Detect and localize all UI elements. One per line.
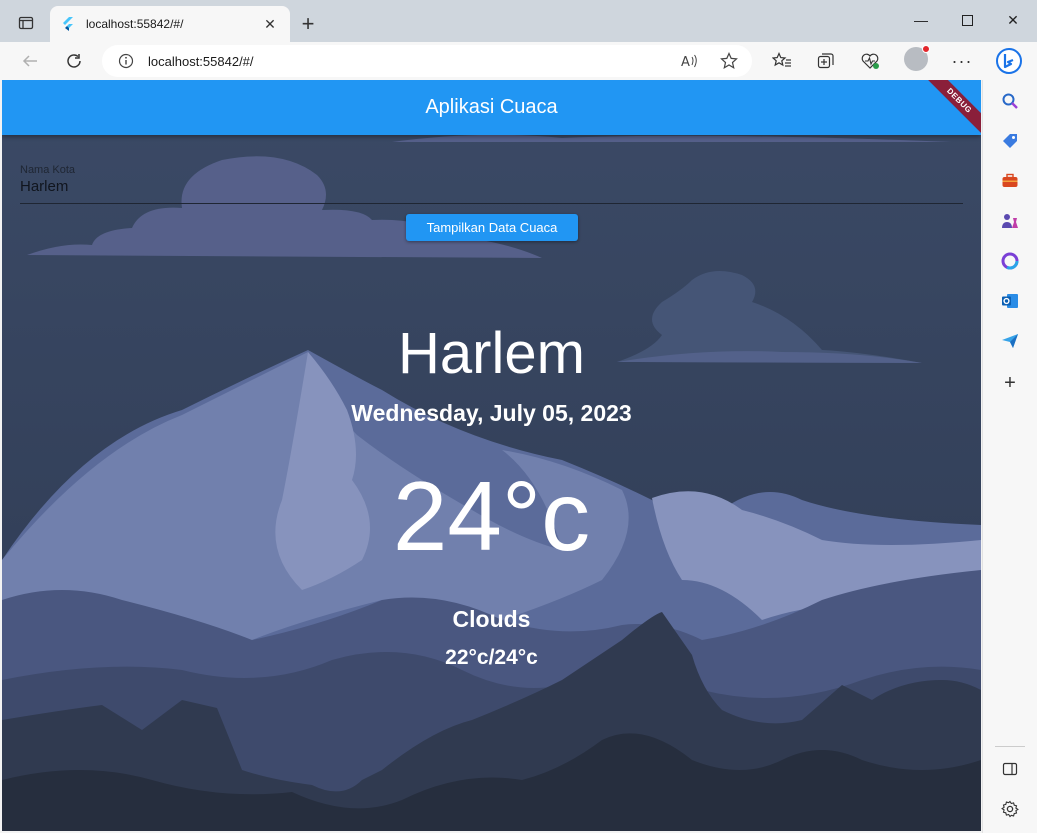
- outlook-icon[interactable]: [999, 290, 1021, 312]
- more-options-icon[interactable]: ···: [946, 46, 978, 76]
- tab-title: localhost:55842/#/: [86, 17, 184, 31]
- refresh-icon[interactable]: [58, 46, 90, 76]
- browser-toolbar: localhost:55842/#/ A ···: [0, 42, 1037, 80]
- flutter-icon: [63, 17, 73, 31]
- favorites-icon[interactable]: [766, 46, 798, 76]
- favorite-star-icon[interactable]: [718, 51, 740, 71]
- shopping-tag-icon[interactable]: [999, 130, 1021, 152]
- tab-strip: localhost:55842/#/ ✕ + — ✕: [0, 0, 1037, 42]
- browser-tab[interactable]: localhost:55842/#/ ✕: [50, 6, 290, 42]
- temperature-min-max: 22°c/24°c: [445, 646, 538, 669]
- games-icon[interactable]: [999, 210, 1021, 232]
- hide-sidebar-icon[interactable]: [999, 758, 1021, 780]
- edge-sidebar: +: [982, 80, 1037, 833]
- temperature: 24°c: [392, 461, 591, 571]
- site-info-icon[interactable]: [118, 53, 134, 69]
- search-icon[interactable]: [999, 90, 1021, 112]
- add-sidebar-icon[interactable]: +: [999, 372, 1021, 394]
- city-name: Harlem: [398, 321, 585, 386]
- svg-text:A: A: [681, 55, 690, 69]
- new-tab-icon[interactable]: +: [294, 10, 322, 38]
- address-text: localhost:55842/#/: [148, 53, 254, 69]
- collections-icon[interactable]: [810, 46, 842, 76]
- browser-essentials-icon[interactable]: [854, 46, 886, 76]
- sidebar-divider: [995, 746, 1025, 747]
- bing-copilot-icon[interactable]: [993, 46, 1025, 76]
- microsoft-365-icon[interactable]: [999, 250, 1021, 272]
- show-weather-button[interactable]: Tampilkan Data Cuaca: [406, 214, 578, 241]
- profile-avatar[interactable]: [904, 45, 930, 71]
- minimize-icon[interactable]: —: [898, 4, 944, 36]
- settings-gear-icon[interactable]: [999, 798, 1021, 820]
- browser-window: localhost:55842/#/ ✕ + — ✕ localhost:558…: [0, 0, 1037, 833]
- address-bar[interactable]: localhost:55842/#/ A: [102, 45, 752, 77]
- debug-banner: DEBUG: [925, 80, 981, 135]
- back-icon[interactable]: [14, 46, 46, 76]
- city-name-field[interactable]: Nama Kota: [20, 164, 963, 204]
- weather-condition: Clouds: [452, 606, 531, 632]
- city-name-label: Nama Kota: [20, 164, 76, 176]
- city-name-input[interactable]: [20, 178, 963, 195]
- weather-date: Wednesday, July 05, 2023: [351, 400, 632, 426]
- maximize-icon[interactable]: [944, 4, 990, 36]
- tools-briefcase-icon[interactable]: [999, 170, 1021, 192]
- send-icon[interactable]: [999, 330, 1021, 352]
- app-bar: Aplikasi Cuaca DEBUG: [2, 80, 981, 135]
- app-viewport: Aplikasi Cuaca DEBUG Nama Kota Tampilkan…: [2, 80, 981, 831]
- app-title: Aplikasi Cuaca: [425, 96, 558, 118]
- close-window-icon[interactable]: ✕: [990, 4, 1036, 36]
- read-aloud-icon[interactable]: A: [678, 51, 700, 71]
- tab-actions-icon[interactable]: [8, 8, 44, 38]
- notification-dot: [922, 45, 930, 53]
- close-tab-icon[interactable]: ✕: [260, 14, 280, 34]
